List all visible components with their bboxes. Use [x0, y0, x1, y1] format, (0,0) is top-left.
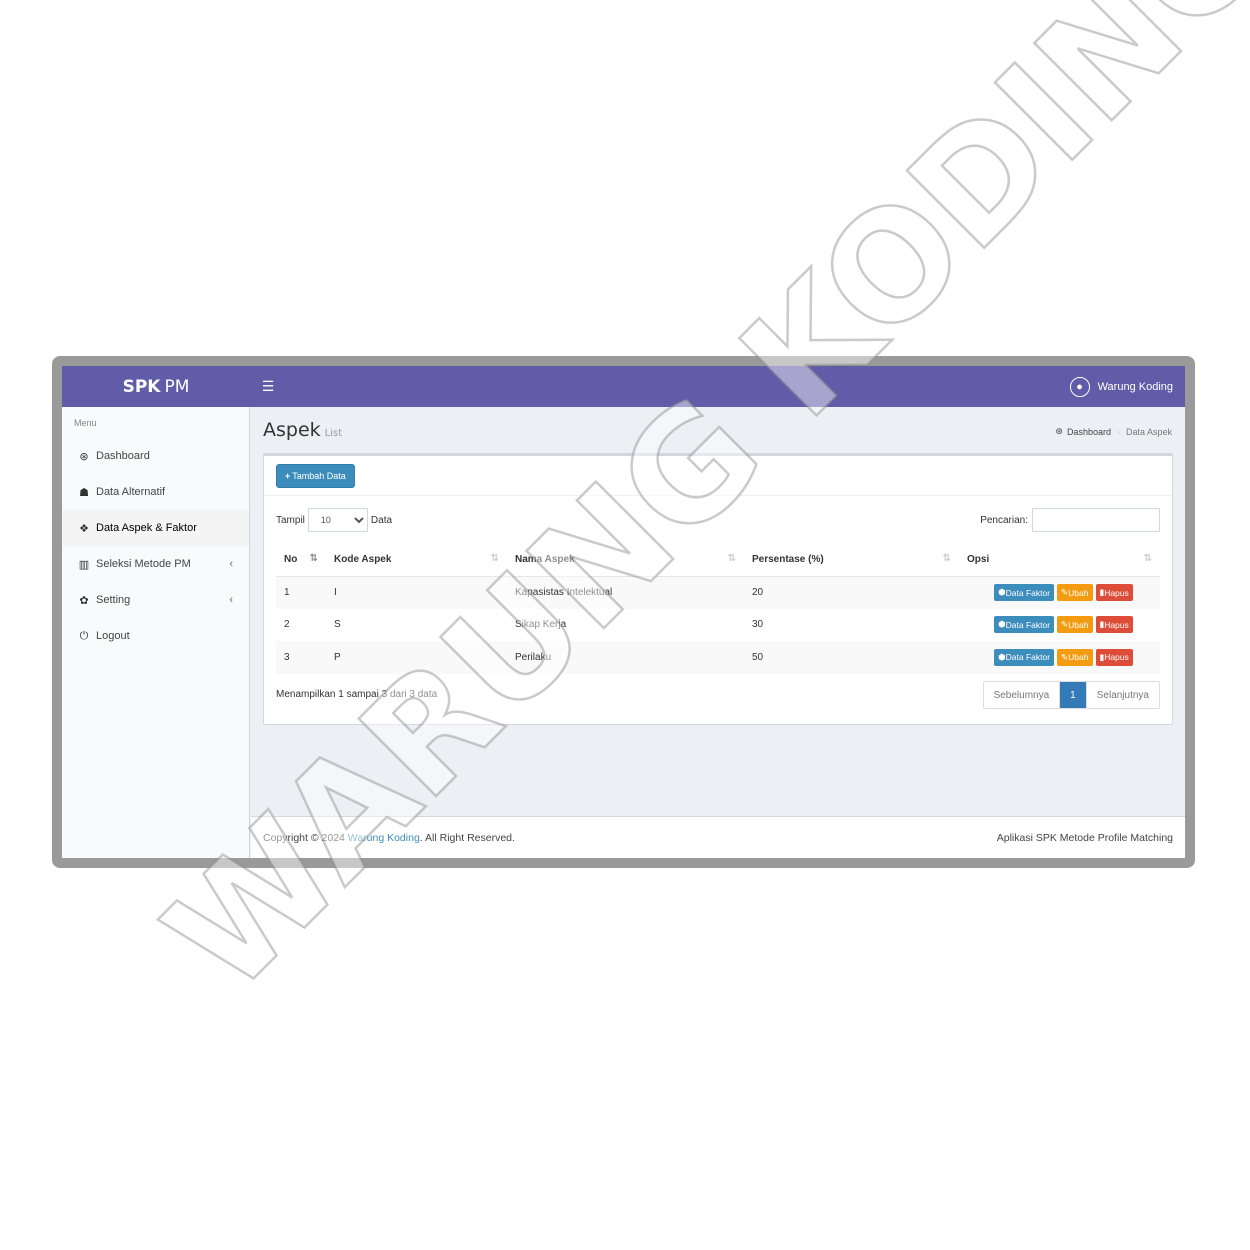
app-window: SPK PM ☰ ● Warung Koding Menu ⊛ Dashboard…: [62, 366, 1185, 858]
page-1-button[interactable]: 1: [1060, 682, 1087, 708]
next-page-button[interactable]: Selanjutnya: [1087, 682, 1159, 708]
user-circle-icon: ●: [1069, 376, 1090, 397]
hapus-button[interactable]: ▮ Hapus: [1095, 584, 1133, 601]
column-header-persentase[interactable]: Persentase (%) ⇅: [744, 544, 959, 577]
edit-icon: ✎: [1061, 651, 1069, 662]
cube-icon: ⬢: [998, 619, 1006, 630]
chevron-left-icon: ‹: [229, 558, 233, 570]
page-title: Aspek List: [263, 419, 343, 441]
aspek-table: No ⇅ Kode Aspek ⇅ Nama Aspek ⇅ Persentase (…: [276, 544, 1160, 674]
cubes-icon: ❖: [79, 522, 89, 535]
sort-icon: ⇅: [942, 553, 951, 564]
sidebar-item-seleksi-metode-pm[interactable]: ▥ Seleksi Metode PM ‹: [62, 546, 249, 582]
sidebar-item-dashboard[interactable]: ⊛ Dashboard: [62, 438, 249, 474]
cube-icon: ⬢: [998, 651, 1006, 662]
top-navbar: SPK PM ☰ ● Warung Koding: [62, 366, 1185, 407]
sidebar-item-data-alternatif[interactable]: ☗ Data Alternatif: [62, 474, 249, 510]
gear-icon: ✿: [79, 594, 89, 607]
sidebar-toggle-button[interactable]: ☰: [250, 366, 286, 407]
table-row: 3 P Perilaku 50 ⬢ Data Faktor ✎ Ubah ▮ H…: [276, 641, 1160, 674]
column-header-kode-aspek[interactable]: Kode Aspek ⇅: [326, 544, 507, 577]
user-name: Warung Koding: [1097, 380, 1173, 393]
plus-icon: +: [285, 470, 291, 481]
column-header-no[interactable]: No ⇅: [276, 544, 326, 577]
data-box: + Tambah Data Tampil 10 Data Pencarian:: [263, 453, 1173, 725]
edit-icon: ✎: [1061, 619, 1069, 630]
search-control: Pencarian:: [980, 508, 1160, 532]
content-area: Aspek List ⊛ Dashboard › Data Aspek + Tam…: [251, 407, 1185, 816]
user-menu[interactable]: ● Warung Koding: [1069, 366, 1173, 407]
sort-icon: ⇅: [727, 553, 736, 564]
footer-link[interactable]: Warung Koding: [348, 832, 420, 844]
hapus-button[interactable]: ▮ Hapus: [1095, 648, 1133, 666]
bars-icon: ☰: [261, 378, 275, 394]
column-header-nama-aspek[interactable]: Nama Aspek ⇅: [507, 544, 744, 577]
copyright: Copyright © 2024 Warung Koding. All Righ…: [263, 831, 515, 844]
edit-icon: ✎: [1061, 587, 1069, 597]
search-input[interactable]: [1032, 508, 1160, 532]
breadcrumb-home[interactable]: Dashboard: [1067, 427, 1111, 437]
table-row: 1 I Kapasistas Intelektual 20 ⬢ Data Fak…: [276, 576, 1160, 609]
brand-logo[interactable]: SPK PM: [62, 366, 250, 407]
sort-icon: ⇅: [1143, 553, 1152, 564]
footer: Copyright © 2024 Warung Koding. All Righ…: [251, 816, 1185, 858]
users-icon: ☗: [79, 486, 89, 499]
data-faktor-button[interactable]: ⬢ Data Faktor: [994, 584, 1055, 601]
ubah-button[interactable]: ✎ Ubah: [1057, 616, 1093, 634]
breadcrumb-separator: ›: [1116, 426, 1120, 437]
sidebar-header: Menu: [74, 418, 97, 428]
prev-page-button[interactable]: Sebelumnya: [984, 682, 1061, 708]
ubah-button[interactable]: ✎ Ubah: [1057, 648, 1093, 666]
sort-icon: ⇅: [490, 553, 499, 564]
breadcrumb: ⊛ Dashboard › Data Aspek: [1055, 426, 1172, 437]
pagination: Sebelumnya 1 Selanjutnya: [982, 681, 1160, 709]
column-header-opsi[interactable]: Opsi ⇅: [959, 544, 1160, 577]
footer-app-name: Aplikasi SPK Metode Profile Matching: [996, 831, 1173, 844]
cube-icon: ⬢: [998, 587, 1006, 597]
ubah-button[interactable]: ✎ Ubah: [1057, 584, 1093, 601]
bar-chart-icon: ▥: [78, 558, 90, 571]
add-data-button[interactable]: + Tambah Data: [276, 463, 355, 488]
box-header: + Tambah Data: [264, 456, 1172, 496]
table-row: 2 S Sikap Kerja 30 ⬢ Data Faktor ✎ Ubah …: [276, 609, 1160, 642]
chevron-left-icon: ‹: [229, 594, 233, 606]
table-info: Menampilkan 1 sampai 3 dari 3 data: [276, 689, 438, 700]
dashboard-icon: ⊛: [1055, 426, 1063, 436]
table-controls: Tampil 10 Data Pencarian:: [264, 496, 1172, 544]
data-faktor-button[interactable]: ⬢ Data Faktor: [994, 648, 1055, 666]
sidebar-item-setting[interactable]: ✿ Setting ‹: [62, 582, 249, 618]
power-icon: ⏻: [79, 629, 89, 642]
tachometer-icon: ⊛: [79, 450, 89, 463]
sidebar-item-logout[interactable]: ⏻ Logout: [62, 618, 249, 654]
page-length-select[interactable]: 10: [307, 508, 368, 532]
page-length-control: Tampil 10 Data: [276, 508, 392, 532]
sidebar-item-data-aspek-faktor[interactable]: ❖ Data Aspek & Faktor: [62, 510, 249, 546]
sidebar: Menu ⊛ Dashboard ☗ Data Alternatif ❖ Dat…: [62, 407, 250, 858]
sort-asc-icon: ⇅: [309, 553, 318, 564]
page-subtitle: List: [324, 428, 343, 439]
breadcrumb-current: Data Aspek: [1125, 426, 1172, 437]
data-faktor-button[interactable]: ⬢ Data Faktor: [994, 616, 1055, 634]
hapus-button[interactable]: ▮ Hapus: [1095, 616, 1133, 634]
